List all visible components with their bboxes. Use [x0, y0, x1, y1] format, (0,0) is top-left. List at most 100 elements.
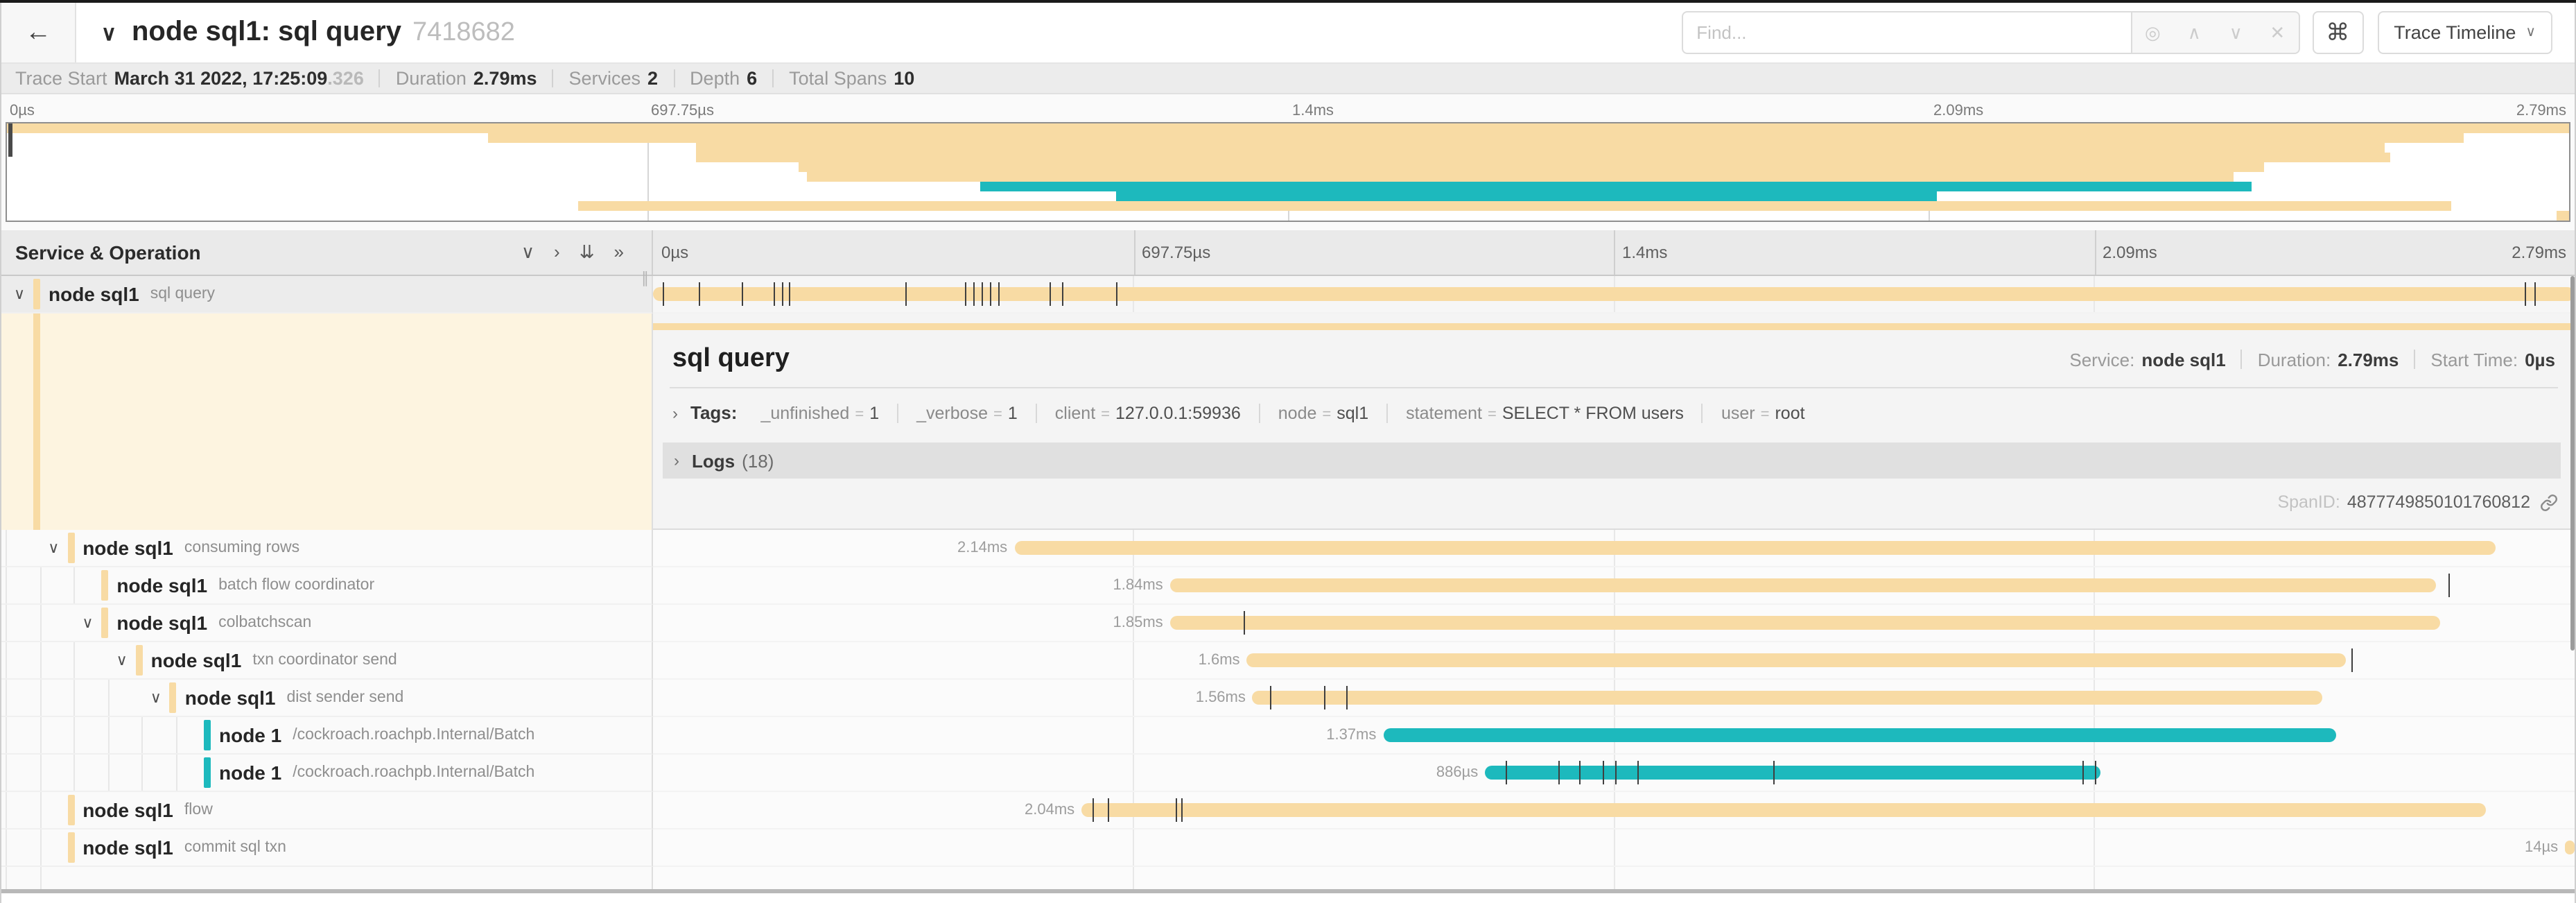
span-tree-row[interactable]: node sql1flow — [1, 792, 653, 829]
chevron-down-icon[interactable]: ∨ — [14, 285, 25, 303]
span-tree-row[interactable]: node 1/cockroach.roachpb.Internal/Batch — [1, 755, 653, 792]
span-tree-row[interactable]: node sql1batch flow coordinator — [1, 567, 653, 605]
service-name: node sql1 — [185, 687, 276, 709]
tag-key: user — [1721, 403, 1755, 422]
service-name: node sql1 — [151, 649, 242, 671]
indent-guide — [40, 792, 41, 828]
indent-guide — [73, 755, 75, 791]
span-bar-row[interactable]: 1.84ms — [653, 567, 2575, 605]
span-bar-row[interactable]: 2.14ms — [653, 530, 2575, 567]
tag-item: _verbose=1 — [898, 403, 1037, 422]
chevron-down-icon[interactable]: ∨ — [150, 689, 162, 707]
span-rows: ∨node sql1sql query sql query Service: n… — [1, 276, 2575, 893]
span-bar-row[interactable]: 2.04ms — [653, 792, 2575, 829]
chevron-down-icon[interactable]: ∨ — [116, 651, 128, 669]
expand-all-icon[interactable]: » — [614, 241, 624, 264]
command-icon: ⌘ — [2326, 19, 2349, 46]
log-tick — [964, 282, 966, 306]
service-color-bar — [67, 832, 74, 863]
link-icon[interactable] — [2540, 493, 2558, 511]
service-name: node sql1 — [116, 574, 207, 596]
span-row: ∨ node sql1 txn coordinator send 1.6ms — [1, 642, 2575, 680]
timeline-ruler[interactable]: 0µs697.75µs1.4ms2.09ms2.79ms — [653, 230, 2575, 275]
gridline — [2094, 230, 2096, 275]
vertical-scrollbar[interactable] — [2570, 276, 2575, 651]
back-button[interactable]: ← — [1, 3, 76, 62]
indent-guide — [142, 755, 143, 791]
logs-expander[interactable]: › Logs (18) — [663, 442, 2561, 479]
span-bar[interactable] — [1383, 728, 2336, 742]
minimap-axis: 0µs697.75µs1.4ms2.09ms2.79ms — [6, 101, 2570, 122]
locate-icon[interactable]: ◎ — [2132, 22, 2173, 44]
span-bar[interactable] — [1247, 653, 2347, 667]
service-operation-header: Service & Operation ∨›⇊» ∥ — [1, 230, 653, 275]
axis-label: 697.75µs — [651, 103, 714, 119]
operation-name: txn coordinator send — [252, 652, 397, 669]
keyboard-shortcuts-button[interactable]: ⌘ — [2312, 11, 2363, 54]
span-bar-row[interactable]: 1.85ms — [653, 605, 2575, 642]
prev-result-icon[interactable]: ∧ — [2173, 22, 2215, 44]
next-result-icon[interactable]: ∨ — [2215, 22, 2256, 44]
span-bar[interactable] — [1485, 766, 2100, 780]
collapse-all-icon[interactable]: ⇊ — [580, 241, 595, 264]
span-bar-row[interactable]: 1.6ms — [653, 642, 2575, 680]
viewport-drag-handle[interactable] — [8, 123, 12, 157]
span-bar[interactable] — [1253, 691, 2323, 705]
span-bar[interactable] — [653, 287, 2575, 301]
span-bar-row[interactable] — [653, 276, 2575, 313]
clear-search-icon[interactable]: ✕ — [2256, 22, 2298, 44]
expand-one-icon[interactable]: › — [554, 241, 560, 264]
span-detail-title: sql query — [672, 344, 790, 375]
log-tick — [1347, 686, 1348, 710]
find-input[interactable] — [1681, 11, 2132, 54]
summary-value-fraction: .326 — [327, 68, 364, 89]
indent-guide — [108, 717, 110, 753]
trace-grid: Service & Operation ∨ › ⇊ » ∥ 0µs697.75µs1.… — [1, 230, 2575, 893]
service-operation-title: Service & Operation — [15, 241, 201, 264]
minimap-span-bar — [806, 172, 2234, 182]
span-bar-row[interactable]: 1.56ms — [653, 680, 2575, 717]
span-bar-row[interactable]: 14µs — [653, 829, 2575, 867]
logs-count: (18) — [742, 450, 774, 471]
span-tree-row[interactable]: node 1/cockroach.roachpb.Internal/Batch — [1, 717, 653, 755]
minimap-canvas[interactable] — [6, 122, 2570, 222]
chevron-down-icon[interactable]: ∨ — [82, 614, 93, 632]
service-color-bar — [67, 795, 74, 825]
span-tree-row[interactable]: ∨node sql1sql query — [1, 276, 653, 313]
tag-key: _verbose — [916, 403, 988, 422]
column-resizer-handle[interactable]: ∥ — [641, 269, 649, 287]
span-tree-row[interactable]: node sql1commit sql txn — [1, 829, 653, 867]
service-color-bar — [33, 279, 40, 309]
span-bar[interactable] — [1014, 541, 2496, 555]
span-tree-row[interactable]: ∨node sql1consuming rows — [1, 530, 653, 567]
tag-equals: = — [993, 406, 1002, 422]
span-tree-row[interactable]: ∨node sql1dist sender send — [1, 680, 653, 717]
log-tick — [1243, 611, 1244, 635]
chevron-down-icon[interactable]: ∨ — [101, 20, 116, 45]
chevron-down-icon[interactable]: ∨ — [48, 539, 59, 557]
span-bar[interactable] — [1081, 803, 2486, 817]
log-tick — [2448, 574, 2449, 597]
span-bar-row[interactable]: 886µs — [653, 755, 2575, 792]
tags-expander[interactable]: › Tags: _unfinished=1_verbose=1client=12… — [653, 388, 2575, 431]
operation-name: sql query — [150, 286, 215, 302]
operation-name: /cockroach.roachpb.Internal/Batch — [293, 727, 534, 743]
log-tick — [1176, 798, 1177, 822]
span-bar[interactable] — [1170, 616, 2440, 630]
log-tick — [1616, 761, 1617, 784]
span-tree-row[interactable]: ∨ node sql1 txn coordinator send — [1, 642, 653, 680]
tag-item: node=sql1 — [1260, 403, 1388, 422]
summary-label: Total Spans — [789, 68, 887, 89]
logs-label: Logs — [692, 450, 735, 471]
span-bar-row[interactable]: 1.37ms — [653, 717, 2575, 755]
summary-value: 10 — [894, 68, 914, 89]
span-tree-row[interactable]: ∨node sql1colbatchscan — [1, 605, 653, 642]
operation-name: flow — [184, 802, 213, 818]
span-bar[interactable] — [1170, 578, 2437, 592]
back-arrow-icon: ← — [25, 17, 51, 48]
tag-item: _unfinished=1 — [742, 403, 898, 422]
collapse-one-icon[interactable]: ∨ — [521, 241, 534, 264]
summary-item: Total Spans 10 — [789, 68, 914, 89]
span-bar[interactable] — [2565, 841, 2575, 854]
view-selector-button[interactable]: Trace Timeline ∨ — [2377, 11, 2552, 54]
